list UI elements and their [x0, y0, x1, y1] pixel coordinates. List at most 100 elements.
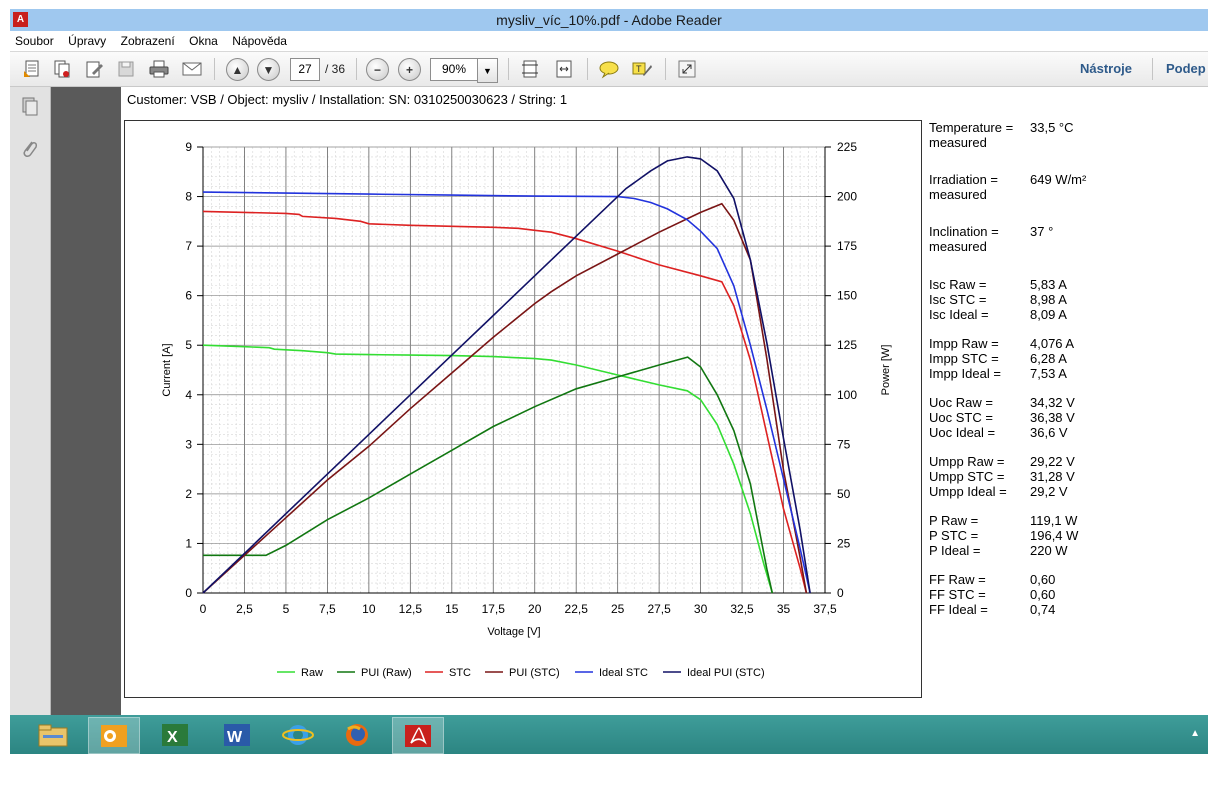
- create-pdf-icon[interactable]: [20, 57, 44, 81]
- measurement-value: 7,53 A: [1030, 366, 1067, 381]
- menu-bar: Soubor Úpravy Zobrazení Okna Nápověda: [10, 31, 1208, 52]
- menu-help[interactable]: Nápověda: [227, 31, 292, 49]
- save-icon[interactable]: [114, 57, 138, 81]
- x-tick-label: 35: [777, 602, 791, 616]
- windows-taskbar: X W ▲: [10, 715, 1208, 754]
- iv-curve-chart: 0 2,5 5 7,5 10 12,5 15 17,5 20 22,5 25 27,5 30 32,5 35…: [124, 120, 922, 698]
- firefox-icon[interactable]: [332, 717, 382, 752]
- zoom-out-icon[interactable]: −: [366, 58, 389, 81]
- y-tick-label: 4: [185, 388, 192, 402]
- tools-pane-link[interactable]: Nástroje: [1080, 61, 1132, 76]
- measurement-label: P Raw =: [929, 513, 979, 528]
- measurement-value: 29,2 V: [1030, 484, 1068, 499]
- internet-explorer-icon[interactable]: [273, 717, 323, 752]
- measurement-label: FF Raw =: [929, 572, 986, 587]
- y2-tick-label: 125: [837, 338, 857, 352]
- measurement-value: 4,076 A: [1030, 336, 1075, 351]
- page-thumbnails-icon[interactable]: [18, 95, 42, 119]
- measurement-label: Isc STC =: [929, 292, 987, 307]
- svg-text:W: W: [227, 729, 243, 746]
- email-icon[interactable]: [180, 57, 204, 81]
- y2-tick-label: 225: [837, 140, 857, 154]
- y2-tick-label: 25: [837, 536, 851, 550]
- menu-window[interactable]: Okna: [184, 31, 223, 49]
- series-line: [203, 356, 774, 594]
- measurement-value: 36,6 V: [1030, 425, 1068, 440]
- x-tick-label: 15: [445, 602, 459, 616]
- chart-svg: 0 2,5 5 7,5 10 12,5 15 17,5 20 22,5 25 27,5 30 32,5 35…: [161, 140, 892, 679]
- print-icon[interactable]: [147, 57, 171, 81]
- measurement-value: 36,38 V: [1030, 410, 1075, 425]
- measurement-label: Isc Raw =: [929, 277, 987, 292]
- measurement-value: 8,98 A: [1030, 292, 1067, 307]
- edit-document-icon[interactable]: [82, 57, 106, 81]
- measurement-label: Umpp Ideal =: [929, 484, 1007, 499]
- page-number-input[interactable]: 27: [290, 58, 320, 81]
- attachments-paperclip-icon[interactable]: [18, 137, 42, 161]
- zoom-level-input[interactable]: 90%: [430, 58, 478, 81]
- show-hidden-icons-chevron-up-icon[interactable]: ▲: [1190, 728, 1200, 739]
- measurement-label: P STC =: [929, 528, 979, 543]
- measurement-value: 5,83 A: [1030, 277, 1067, 292]
- highlight-text-icon[interactable]: T: [630, 57, 654, 81]
- zoom-dropdown-chevron-down-icon[interactable]: ▼: [477, 58, 498, 83]
- fit-width-icon[interactable]: [552, 57, 576, 81]
- y-tick-label: 2: [185, 487, 192, 501]
- y2-tick-label: 50: [837, 487, 851, 501]
- x-axis-label: Voltage [V]: [487, 626, 540, 638]
- svg-text:T: T: [636, 64, 642, 74]
- measurement-label: Impp Ideal =: [929, 366, 1001, 381]
- measurement-value: 649 W/m²: [1030, 172, 1087, 187]
- menu-file[interactable]: Soubor: [10, 31, 59, 49]
- next-page-icon[interactable]: ▼: [257, 58, 280, 81]
- comment-icon[interactable]: [597, 57, 621, 81]
- measurement-label: Isc Ideal =: [929, 307, 989, 322]
- measurement-label: Umpp Raw =: [929, 454, 1005, 469]
- y2-tick-label: 200: [837, 190, 857, 204]
- word-icon[interactable]: W: [212, 717, 262, 752]
- legend-entry: Ideal PUI (STC): [687, 667, 765, 679]
- measurement-label: FF STC =: [929, 587, 986, 602]
- measurement-value: 37 °: [1030, 224, 1054, 239]
- measurement-label: Irradiation = measured: [929, 172, 999, 202]
- measurement-label: Temperature = measured: [929, 120, 1014, 150]
- x-tick-label: 37,5: [813, 602, 837, 616]
- x-tick-label: 30: [694, 602, 708, 616]
- y2-tick-label: 100: [837, 388, 857, 402]
- fit-page-icon[interactable]: [518, 57, 542, 81]
- x-tick-label: 2,5: [236, 602, 253, 616]
- outlook-icon[interactable]: [88, 717, 140, 754]
- file-explorer-icon[interactable]: [28, 717, 78, 752]
- excel-icon[interactable]: X: [150, 717, 200, 752]
- document-area[interactable]: Customer: VSB / Object: mysliv / Install…: [51, 87, 1208, 715]
- adobe-reader-taskbar-icon[interactable]: [392, 717, 444, 754]
- sign-pane-link[interactable]: Podep: [1166, 61, 1206, 76]
- measurement-value: 0,60: [1030, 572, 1056, 587]
- toolbar: ▲ ▼ 27 / 36 − + 90% ▼ T Nástroje Podep: [10, 52, 1208, 87]
- legend-entry: PUI (STC): [509, 667, 560, 679]
- series-line: [202, 344, 774, 594]
- y-tick-label: 8: [185, 190, 192, 204]
- y-tick-label: 7: [185, 239, 192, 253]
- pdf-page: Customer: VSB / Object: mysliv / Install…: [121, 87, 1208, 715]
- svg-text:X: X: [167, 729, 178, 746]
- measurement-label: Impp Raw =: [929, 336, 999, 351]
- combine-files-icon[interactable]: [50, 57, 74, 81]
- y-tick-label: 0: [185, 586, 192, 600]
- page-total: / 36: [325, 62, 346, 76]
- menu-edit[interactable]: Úpravy: [63, 31, 111, 49]
- measurement-label: Uoc Raw =: [929, 395, 993, 410]
- measurement-value: 0,60: [1030, 587, 1056, 602]
- y2-tick-label: 0: [837, 586, 844, 600]
- legend-entry: Raw: [301, 667, 323, 679]
- previous-page-icon[interactable]: ▲: [226, 58, 249, 81]
- legend-entry: Ideal STC: [599, 667, 648, 679]
- x-tick-label: 10: [362, 602, 376, 616]
- full-screen-icon[interactable]: [675, 57, 699, 81]
- y-axis-label: Current [A]: [161, 343, 173, 396]
- measurement-value: 220 W: [1030, 543, 1068, 558]
- x-tick-label: 17,5: [482, 602, 506, 616]
- zoom-in-icon[interactable]: +: [398, 58, 421, 81]
- measurement-value: 8,09 A: [1030, 307, 1067, 322]
- menu-view[interactable]: Zobrazení: [116, 31, 180, 49]
